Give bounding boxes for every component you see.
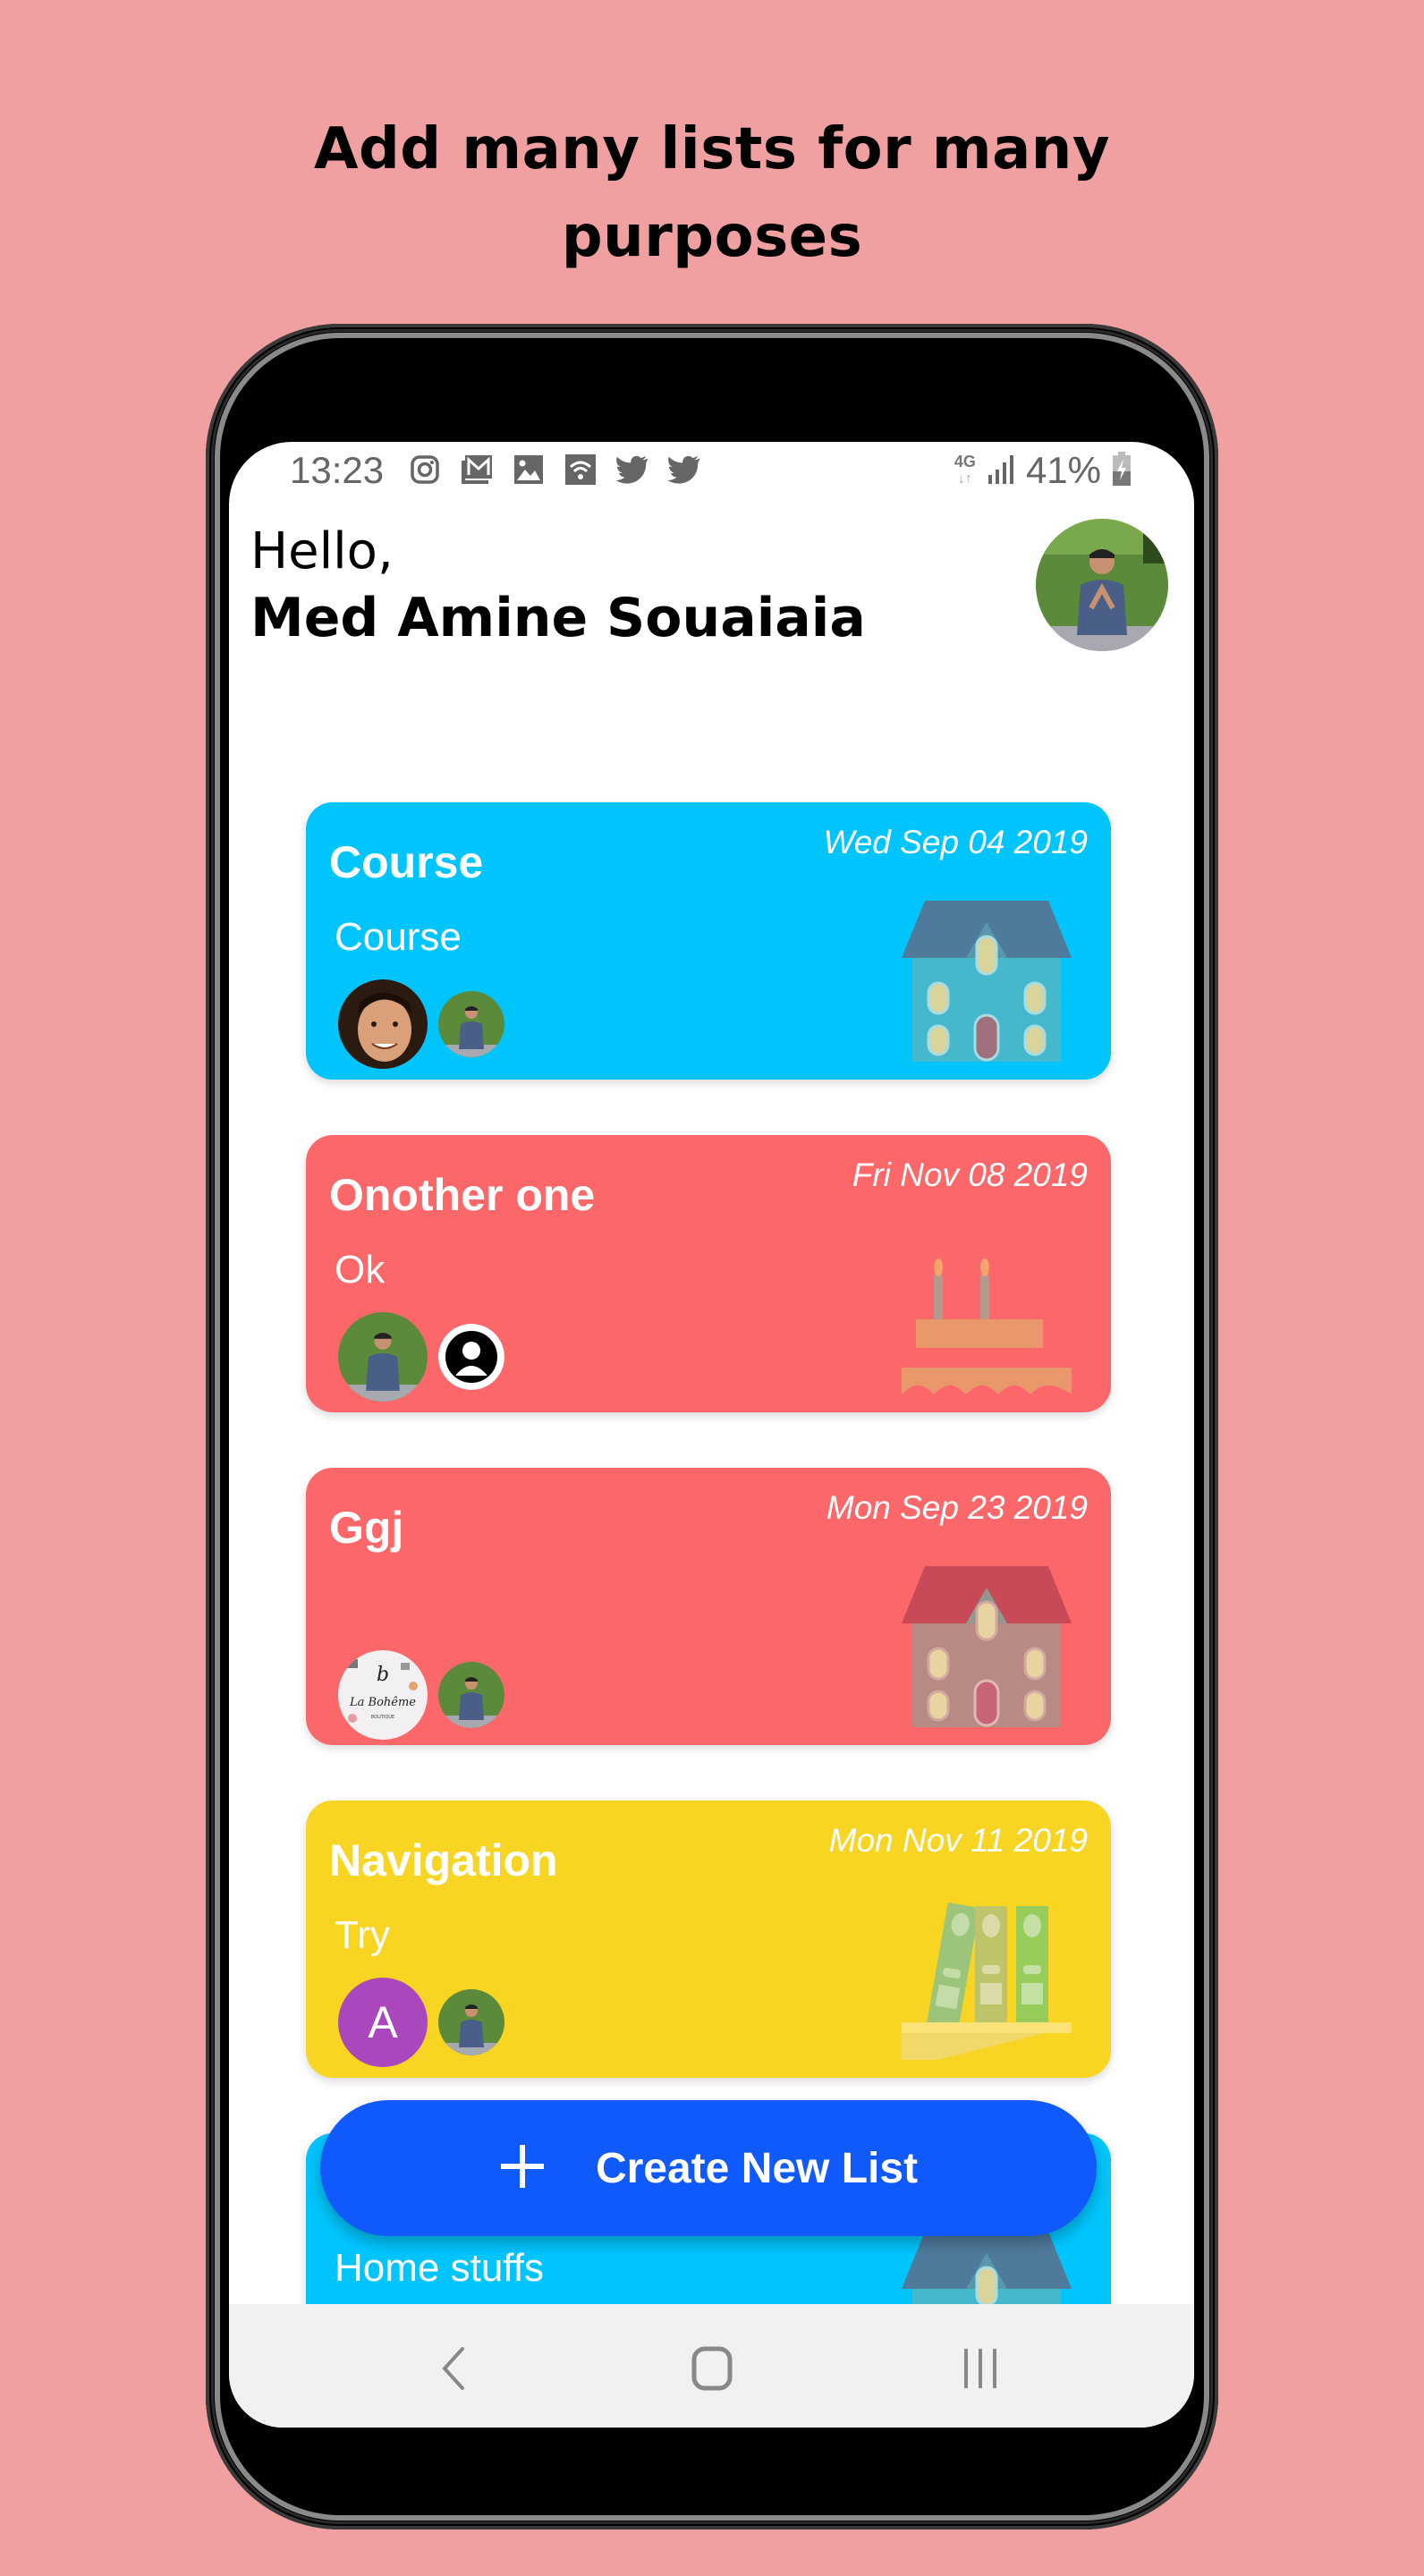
instagram-icon xyxy=(408,453,442,487)
member-avatar[interactable] xyxy=(338,979,428,1069)
android-nav-bar xyxy=(229,2304,1194,2428)
card-date: Mon Sep 23 2019 xyxy=(826,1489,1088,1526)
twitter-icon xyxy=(667,453,701,487)
gallery-icon xyxy=(512,453,546,487)
card-members: b La Bohême BOUTIQUE xyxy=(338,1650,504,1740)
list-card-ggj[interactable]: Ggj Mon Sep 23 2019 b La Bohême BOUTIQUE xyxy=(306,1468,1111,1745)
binders-shelf-icon xyxy=(902,1899,1072,2060)
notification-icons xyxy=(408,453,701,487)
card-members xyxy=(338,979,504,1069)
card-description: Home stuffs xyxy=(335,2246,544,2290)
list-card-navigation[interactable]: Navigation Mon Nov 11 2019 Try A xyxy=(306,1801,1111,2078)
member-avatar[interactable] xyxy=(338,1312,428,1402)
twitter-icon xyxy=(615,453,649,487)
default-user-icon[interactable] xyxy=(438,1324,504,1390)
card-members: A xyxy=(338,1978,504,2067)
network-4g-icon: 4G ↓↑ xyxy=(954,453,976,487)
wifi-icon xyxy=(564,453,598,487)
card-members xyxy=(338,1312,504,1402)
card-description: Try xyxy=(335,1913,390,1957)
member-avatar[interactable] xyxy=(438,991,504,1057)
card-title: Onother one xyxy=(329,1170,596,1220)
member-avatar[interactable]: b La Bohême BOUTIQUE xyxy=(338,1650,428,1740)
house-icon xyxy=(902,1566,1072,1727)
letter-avatar[interactable]: A xyxy=(338,1978,428,2067)
back-button[interactable] xyxy=(417,2333,488,2404)
signal-icon xyxy=(987,453,1015,487)
letter-avatar-text: A xyxy=(368,1997,398,2047)
list-card-onother-one[interactable]: Onother one Fri Nov 08 2019 Ok xyxy=(306,1135,1111,1412)
greeting-hello: Hello, xyxy=(250,522,394,580)
card-date: Mon Nov 11 2019 xyxy=(828,1822,1088,1859)
gmail-icon xyxy=(460,453,494,487)
create-new-list-label: Create New List xyxy=(595,2144,919,2192)
plus-icon xyxy=(499,2143,546,2193)
list-card-course[interactable]: Course Wed Sep 04 2019 Course xyxy=(306,802,1111,1080)
card-description: Ok xyxy=(335,1248,386,1292)
card-title: Navigation xyxy=(329,1835,558,1885)
create-new-list-button[interactable]: Create New List xyxy=(320,2100,1097,2236)
battery-percent: 41% xyxy=(1025,449,1101,491)
card-title: Ggj xyxy=(329,1503,404,1553)
card-description: Course xyxy=(335,915,462,959)
svg-text:BOUTIQUE: BOUTIQUE xyxy=(371,1715,394,1720)
headline-line-2: purposes xyxy=(561,204,863,270)
profile-avatar[interactable] xyxy=(1036,519,1168,651)
card-date: Fri Nov 08 2019 xyxy=(852,1157,1088,1193)
svg-text:La Bohême: La Bohême xyxy=(349,1696,416,1709)
house-icon xyxy=(902,901,1072,1062)
home-button[interactable] xyxy=(676,2333,748,2404)
headline-line-1: Add many lists for many xyxy=(313,116,1111,182)
svg-text:b: b xyxy=(377,1664,389,1686)
card-title: Course xyxy=(329,837,484,887)
status-time: 13:23 xyxy=(290,449,385,491)
promo-headline: Add many lists for many purposes xyxy=(0,106,1424,281)
recents-button[interactable] xyxy=(945,2333,1016,2404)
phone-screen: 13:23 4G ↓↑ 41% Hello, Med Amine Souaiai… xyxy=(229,442,1194,2428)
status-right: 4G ↓↑ 41% xyxy=(954,449,1132,492)
member-avatar[interactable] xyxy=(438,1662,504,1728)
user-name: Med Amine Souaiaia xyxy=(250,587,866,649)
member-avatar[interactable] xyxy=(438,1989,504,2055)
status-bar: 13:23 4G ↓↑ 41% xyxy=(229,442,1194,496)
battery-charging-icon xyxy=(1112,452,1132,489)
card-date: Wed Sep 04 2019 xyxy=(823,824,1088,860)
birthday-cake-icon xyxy=(902,1233,1072,1394)
